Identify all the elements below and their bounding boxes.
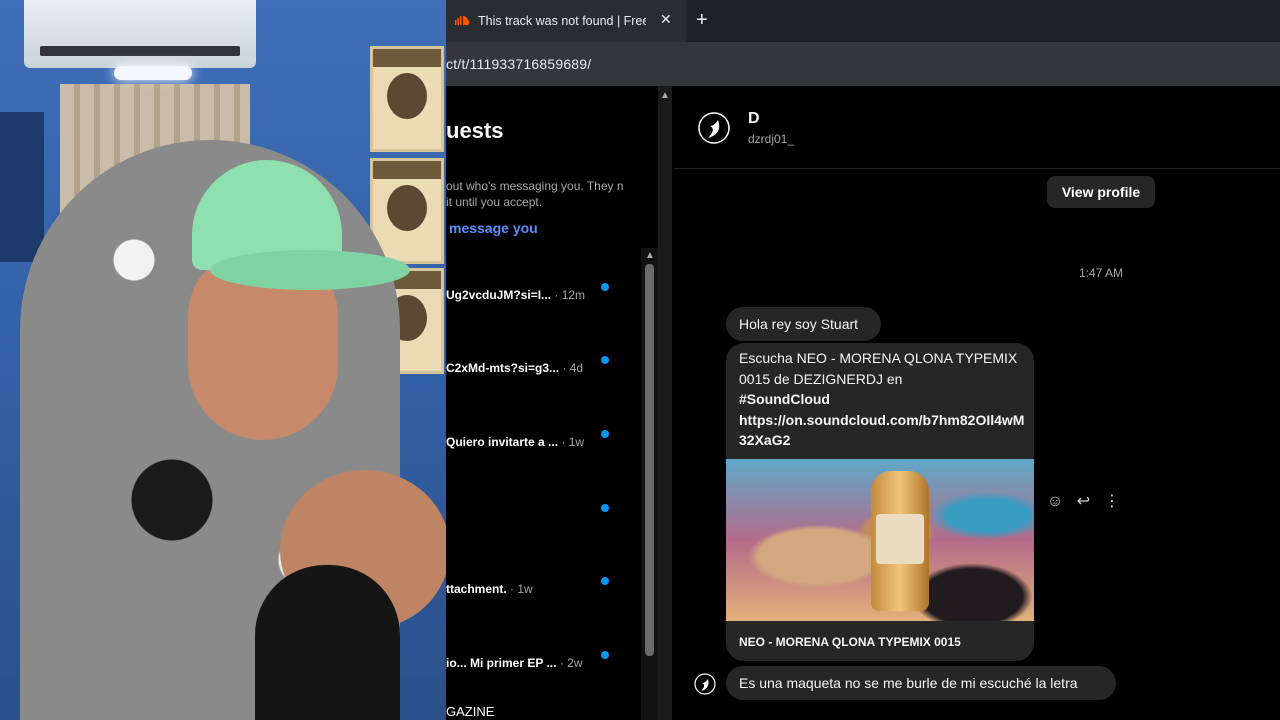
link-message-text: Escucha NEO - MORENA QLONA TYPEMIX 0015 … (739, 348, 1029, 451)
link-preview-image[interactable] (726, 459, 1034, 621)
unread-dot (601, 430, 609, 438)
list-scrollbar[interactable]: ▲ (641, 248, 658, 720)
browser-tab[interactable]: This track was not found | Free ✕ (446, 0, 686, 42)
unread-dot (601, 651, 609, 659)
scroll-thumb[interactable] (645, 264, 654, 656)
avatar[interactable] (694, 672, 716, 696)
thread-snippet: Ug2vcduJM?si=I... (446, 288, 552, 302)
shared-link-message[interactable]: Escucha NEO - MORENA QLONA TYPEMIX 0015 … (726, 343, 1034, 661)
page-scrollbar[interactable]: ▲ (658, 86, 672, 720)
wanted-poster (370, 46, 444, 152)
conversation-header: D dzrdj01_ (674, 86, 1280, 169)
thread-snippet: Quiero invitarte a ... (446, 435, 559, 449)
hashtag-link[interactable]: #SoundCloud (739, 391, 830, 407)
scroll-up-icon[interactable]: ▲ (645, 250, 655, 261)
thread-snippet: io... Mi primer EP ... (446, 656, 557, 670)
ac-light (114, 66, 192, 80)
webcam-overlay (0, 0, 446, 720)
address-bar[interactable]: ct/t/111933716859689/ (446, 42, 1280, 86)
reply-icon[interactable]: ↩ (1071, 491, 1095, 511)
acoustic-panel (0, 112, 44, 262)
message-bubble[interactable]: Hola rey soy Stuart (726, 307, 881, 341)
more-options-icon[interactable]: ⋮ (1100, 491, 1124, 511)
requests-title: uests (446, 118, 504, 143)
unread-dot (601, 504, 609, 512)
list-item[interactable]: Ug2vcduJM?si=I... · 12m (446, 283, 658, 308)
browser-tab-bar: This track was not found | Free ✕ + (446, 0, 1280, 42)
message-timestamp: 1:47 AM (1079, 266, 1124, 280)
thread-time: · 4d (562, 361, 584, 375)
scroll-up-icon[interactable]: ▲ (660, 90, 670, 101)
list-item[interactable] (446, 504, 658, 529)
link-intro-text: Escucha NEO - MORENA QLONA TYPEMIX 0015 … (739, 350, 1018, 387)
tab-title: This track was not found | Free (478, 14, 646, 28)
thread-snippet: ttachment. (446, 582, 507, 596)
url-text[interactable]: ct/t/111933716859689/ (446, 56, 591, 72)
list-item[interactable]: C2xMd-mts?si=g3... · 4d (446, 356, 658, 381)
thread-time: · 12m (554, 288, 586, 302)
list-item[interactable]: Quiero invitarte a ... · 1w (446, 430, 658, 455)
unread-dot (601, 356, 609, 364)
message-actions: ☺ ↩ ⋮ (1043, 491, 1124, 511)
bottle-label-graphic (876, 514, 924, 564)
new-tab-button[interactable]: + (696, 9, 708, 32)
microphone (255, 565, 400, 720)
message-bubble[interactable]: Es una maqueta no se me burle de mi escu… (726, 666, 1116, 700)
requests-description: out who's messaging you. They n it until… (446, 179, 624, 209)
thread-snippet: C2xMd-mts?si=g3... (446, 361, 560, 375)
avatar[interactable] (698, 110, 730, 146)
person-cap-bill (210, 250, 410, 290)
unread-dot (601, 283, 609, 291)
list-item[interactable]: ttachment. · 1w (446, 577, 658, 602)
contact-name[interactable]: D (748, 110, 760, 128)
soundcloud-url[interactable]: https://on.soundcloud.com/b7hm82OIl4wM32… (739, 412, 1024, 449)
thread-time: · 2w (559, 656, 583, 670)
conversation-panel: D dzrdj01_ View profile 1:47 AM Hola rey… (674, 86, 1280, 720)
view-profile-button[interactable]: View profile (1047, 176, 1155, 208)
soundcloud-icon (455, 14, 470, 26)
link-preview-title[interactable]: NEO - MORENA QLONA TYPEMIX 0015 (739, 635, 961, 649)
thread-time: · 1w (561, 435, 585, 449)
thread-time: · 1w (510, 582, 533, 596)
list-item[interactable]: io... Mi primer EP ... · 2w (446, 651, 658, 676)
contact-handle: dzrdj01_ (748, 132, 795, 146)
unread-dot (601, 577, 609, 585)
requests-link[interactable]: message you (449, 220, 538, 236)
message-requests-panel: uests out who's messaging you. They n it… (446, 86, 658, 720)
bottom-label: GAZINE (446, 704, 495, 719)
air-conditioner (24, 0, 256, 68)
react-icon[interactable]: ☺ (1043, 493, 1067, 511)
close-tab-icon[interactable]: ✕ (660, 11, 672, 28)
